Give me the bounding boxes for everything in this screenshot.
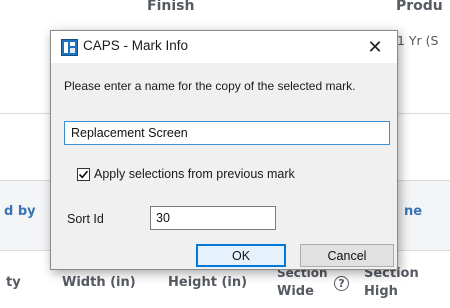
mark-name-input[interactable] — [64, 121, 390, 145]
table-header-height: Height (in) — [168, 275, 248, 290]
mark-info-dialog: CAPS - Mark Info ✕ Please enter a name f… — [50, 30, 398, 270]
apply-selections-option[interactable]: Apply selections from previous mark — [77, 167, 295, 181]
sort-id-label: Sort Id — [67, 212, 104, 226]
dialog-title: CAPS - Mark Info — [83, 38, 189, 53]
partial-label-right: ne — [404, 204, 423, 219]
sort-id-input[interactable] — [150, 206, 276, 230]
apply-selections-label: Apply selections from previous mark — [94, 167, 295, 181]
table-header-width: Width (in) — [62, 275, 136, 290]
partial-label-left: d by — [4, 204, 36, 219]
column-header-finish: Finish — [147, 0, 195, 14]
caps-app-icon — [61, 39, 78, 56]
cancel-button[interactable]: Cancel — [300, 244, 394, 267]
table-header-section-wide-bottom: Wide — [277, 284, 314, 299]
table-header-qty: ty — [6, 275, 21, 290]
close-button[interactable]: ✕ — [355, 31, 395, 63]
help-icon[interactable]: ? — [334, 276, 349, 291]
table-header-section-high-bottom: High — [364, 284, 398, 299]
dialog-titlebar[interactable]: CAPS - Mark Info ✕ — [51, 31, 397, 63]
checkmark-icon — [78, 170, 89, 178]
dialog-prompt: Please enter a name for the copy of the … — [64, 79, 356, 93]
apply-selections-checkbox[interactable] — [77, 167, 90, 181]
column-value-year: 1 Yr (S — [397, 33, 439, 48]
column-header-product: Produ — [396, 0, 443, 14]
ok-button[interactable]: OK — [196, 244, 286, 267]
